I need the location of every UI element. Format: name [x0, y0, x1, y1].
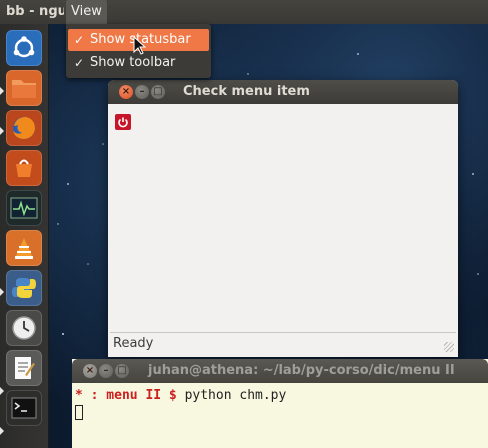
- files-folder-icon[interactable]: [6, 70, 42, 106]
- python-icon[interactable]: [6, 270, 42, 306]
- ubuntu-dash-icon[interactable]: [6, 30, 42, 66]
- launcher-running-indicator: [0, 387, 4, 395]
- check-icon: ✓: [74, 33, 85, 47]
- top-panel: bb - ngu View: [0, 0, 488, 24]
- minimize-icon[interactable]: –: [135, 85, 149, 99]
- power-icon[interactable]: [115, 114, 131, 130]
- launcher-running-indicator: [0, 427, 4, 435]
- statusbar-text: Ready: [113, 336, 154, 351]
- vlc-icon[interactable]: [6, 230, 42, 266]
- prompt: : menu II $: [82, 388, 185, 403]
- clock-icon[interactable]: [6, 310, 42, 346]
- system-monitor-icon[interactable]: [6, 190, 42, 226]
- firefox-icon[interactable]: [6, 110, 42, 146]
- launcher-running-indicator: [0, 87, 4, 95]
- terminal-icon[interactable]: [6, 390, 42, 426]
- terminal-close-icon[interactable]: ×: [83, 364, 97, 378]
- terminal-window: × – □ juhan@athena: ~/lab/py-corso/dic/m…: [72, 359, 488, 448]
- terminal-output[interactable]: * : menu II $ python chm.py: [75, 387, 286, 423]
- launcher-running-indicator: [0, 127, 4, 135]
- terminal-command: python chm.py: [184, 388, 287, 403]
- app-title: bb - ngu: [6, 4, 64, 19]
- close-icon[interactable]: ×: [119, 85, 133, 99]
- terminal-titlebar[interactable]: × – □ juhan@athena: ~/lab/py-corso/dic/m…: [72, 359, 488, 383]
- window-titlebar[interactable]: × – □ Check menu item: [108, 80, 458, 104]
- prompt-star: *: [75, 388, 83, 403]
- maximize-icon[interactable]: □: [151, 85, 165, 99]
- statusbar: Ready: [110, 332, 456, 354]
- terminal-title: juhan@athena: ~/lab/py-corso/dic/menu II: [148, 363, 455, 378]
- terminal-cursor: [75, 405, 83, 420]
- window-title: Check menu item: [183, 84, 310, 99]
- check-icon: ✓: [74, 56, 85, 70]
- menu-view[interactable]: View: [66, 0, 107, 24]
- launcher: [0, 24, 49, 448]
- terminal-maximize-icon[interactable]: □: [115, 364, 129, 378]
- software-center-icon[interactable]: [6, 150, 42, 186]
- text-editor-icon[interactable]: [6, 350, 42, 386]
- check-menu-window: × – □ Check menu item Ready: [108, 80, 458, 357]
- launcher-running-indicator: [0, 288, 4, 296]
- terminal-minimize-icon[interactable]: –: [99, 364, 113, 378]
- mouse-cursor-icon: [133, 36, 147, 55]
- resize-grip-icon[interactable]: [444, 342, 454, 352]
